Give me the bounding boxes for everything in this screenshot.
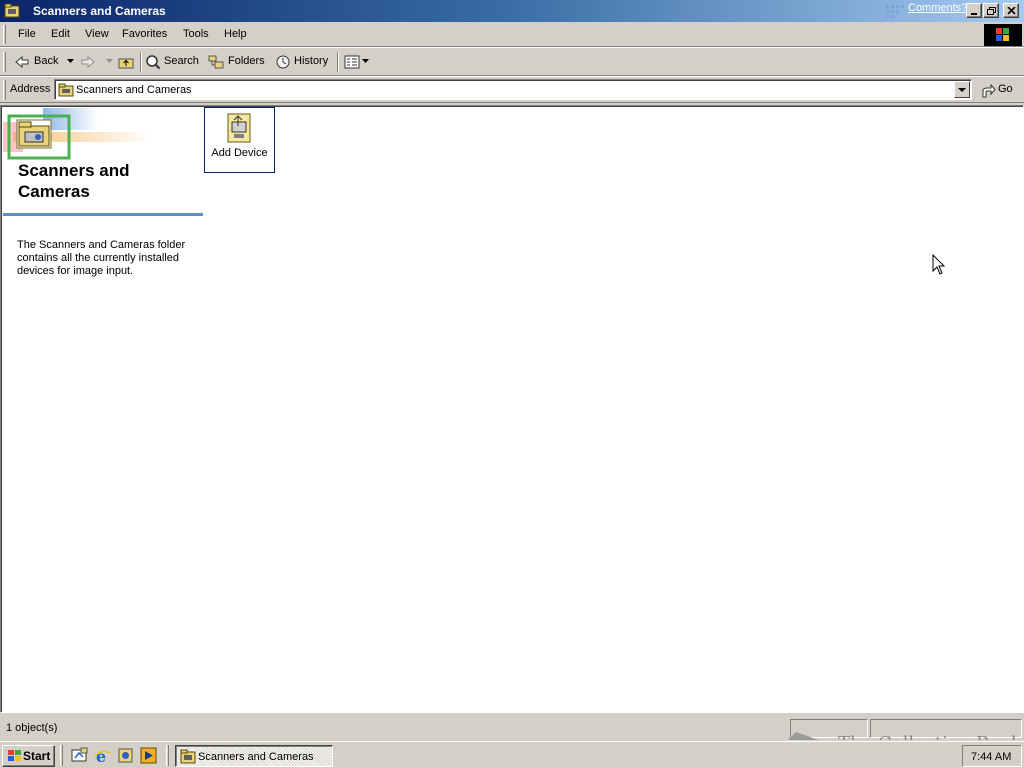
go-label: Go: [998, 83, 1013, 95]
address-grip[interactable]: [3, 80, 6, 100]
menu-view[interactable]: View: [85, 28, 109, 40]
chevron-down-icon: [958, 88, 966, 92]
menu-file[interactable]: File: [18, 28, 36, 40]
comments-dots-icon: [886, 5, 904, 18]
windows-flag-icon: [996, 28, 1009, 41]
search-icon: [146, 55, 161, 70]
history-icon: [276, 55, 290, 69]
channels-icon[interactable]: [117, 747, 134, 764]
status-pane-zone: [870, 719, 1022, 738]
go-arrow-icon: [982, 83, 996, 98]
folder-description: The Scanners and Cameras folder contains…: [17, 239, 186, 277]
folder-title: Scanners and Cameras: [18, 161, 130, 201]
folders-label: Folders: [228, 55, 265, 67]
task-button-scanners[interactable]: Scanners and Cameras: [175, 745, 333, 767]
address-label: Address: [10, 83, 51, 95]
go-button[interactable]: Go: [980, 82, 1020, 100]
address-value: Scanners and Cameras: [76, 84, 192, 96]
up-folder-icon: [118, 58, 134, 69]
scanner-folder-icon: [180, 749, 196, 764]
menu-bar: File Edit View Favorites Tools Help: [0, 22, 1024, 47]
title-bar[interactable]: Scanners and Cameras Comments?: [0, 0, 1024, 22]
scanner-folder-icon: [4, 3, 20, 18]
views-icon: [344, 55, 360, 69]
internet-explorer-icon[interactable]: e: [94, 747, 111, 764]
comments-link[interactable]: Comments?: [908, 2, 967, 14]
folders-button[interactable]: Folders: [208, 53, 266, 71]
forward-arrow-icon: [81, 55, 95, 69]
status-text: 1 object(s): [6, 722, 58, 734]
start-label: Start: [23, 749, 51, 763]
views-button[interactable]: [344, 53, 370, 71]
menu-help[interactable]: Help: [224, 28, 247, 40]
search-label: Search: [164, 55, 199, 67]
media-player-icon[interactable]: [140, 747, 157, 764]
views-dropdown-icon: [362, 59, 369, 63]
clock[interactable]: 7:44 AM: [971, 751, 1011, 763]
folder-view[interactable]: Scanners and Cameras The Scanners and Ca…: [0, 105, 1024, 713]
history-label: History: [294, 55, 329, 67]
add-device-label: Add Device: [211, 147, 268, 159]
windows-flag-icon: [8, 750, 21, 761]
back-dropdown-icon[interactable]: [67, 59, 74, 63]
forward-button[interactable]: [80, 53, 116, 71]
back-label: Back: [34, 55, 59, 67]
menu-favorites[interactable]: Favorites: [122, 28, 167, 40]
history-button[interactable]: History: [275, 53, 331, 71]
menu-grip[interactable]: [3, 25, 6, 44]
minimize-button[interactable]: [966, 3, 982, 18]
web-view-panel: Scanners and Cameras The Scanners and Ca…: [3, 108, 203, 308]
back-button[interactable]: Back: [14, 53, 76, 71]
scanner-banner-icon: [3, 108, 153, 160]
back-arrow-icon: [15, 55, 29, 69]
window-title: Scanners and Cameras: [33, 4, 166, 18]
status-pane: [790, 719, 868, 738]
minimize-icon: [971, 13, 977, 15]
menu-tools[interactable]: Tools: [183, 28, 209, 40]
toolbar-separator: [140, 52, 142, 72]
toolbar-separator: [337, 52, 339, 72]
close-icon: [1007, 7, 1016, 15]
menu-edit[interactable]: Edit: [51, 28, 70, 40]
svg-text:e: e: [96, 747, 106, 764]
search-button[interactable]: Search: [145, 53, 200, 71]
add-device-item[interactable]: Add Device: [204, 107, 275, 173]
add-device-icon: [227, 113, 251, 143]
close-button[interactable]: [1003, 3, 1019, 18]
status-bar: 1 object(s): [0, 716, 1024, 740]
address-bar: Address Scanners and Cameras Go: [0, 77, 1024, 103]
address-dropdown-button[interactable]: [954, 81, 970, 98]
restore-icon: [987, 7, 996, 15]
windows-logo: [984, 24, 1022, 46]
start-button[interactable]: Start: [2, 745, 55, 767]
quicklaunch-grip[interactable]: [60, 745, 63, 766]
forward-dropdown-icon[interactable]: [106, 59, 113, 63]
system-tray: 7:44 AM: [962, 745, 1022, 767]
toolbar-grip[interactable]: [3, 52, 6, 72]
restore-button[interactable]: [983, 3, 999, 18]
taskbar: Start e Scanners and Cameras 7:44 AM: [0, 741, 1024, 768]
folders-icon: [208, 55, 224, 69]
title-divider: [3, 213, 203, 216]
scanner-folder-icon: [58, 83, 74, 97]
show-desktop-icon[interactable]: [71, 747, 88, 764]
mouse-cursor-icon: [932, 254, 946, 275]
standard-toolbar: Back Search Folders History: [0, 48, 1024, 76]
address-input[interactable]: Scanners and Cameras: [54, 79, 972, 100]
tasks-grip[interactable]: [166, 745, 169, 766]
task-label: Scanners and Cameras: [198, 751, 314, 763]
up-folder-button[interactable]: [118, 53, 136, 71]
